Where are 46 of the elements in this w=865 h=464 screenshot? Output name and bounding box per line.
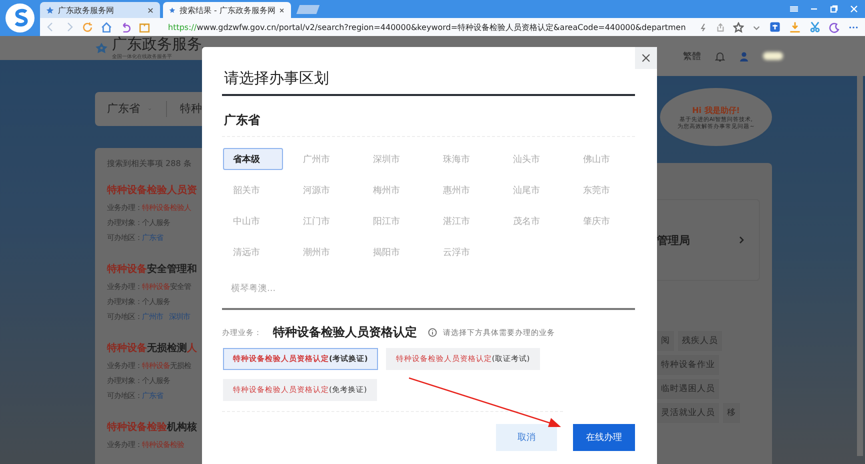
site-title: 广东政务服务 [112,36,202,52]
region-option[interactable]: 云浮市 [433,241,493,263]
dialog-title: 请选择办事区划 [222,69,635,96]
region-option[interactable]: 梅州市 [363,179,423,201]
category-tag[interactable]: 灵活就业人员 [657,403,719,423]
apply-online-button[interactable]: 在线办理 [573,424,635,451]
region-option[interactable]: 江门市 [293,210,353,232]
region-option[interactable]: 佛山市 [573,148,633,170]
region-option[interactable]: 湛江市 [433,210,493,232]
region-option[interactable]: 横琴粤澳... [231,284,276,294]
assistant-greeting: Hi 我是助仔! [692,104,740,116]
region-option[interactable]: 揭阳市 [363,241,423,263]
cancel-button[interactable]: 取消 [496,424,557,451]
search-scope[interactable]: 特种 [180,101,202,116]
region-option[interactable]: 清远市 [223,241,283,263]
category-tag[interactable]: 特种设备作业 [657,355,719,375]
region-option[interactable]: 东莞市 [573,179,633,201]
result-title[interactable]: 特种设备检验机构核 [107,420,202,434]
region-option[interactable]: 潮州市 [293,241,353,263]
region-option[interactable]: 惠州市 [433,179,493,201]
region-option[interactable]: 汕尾市 [503,179,563,201]
province-heading: 广东省 [222,96,635,137]
region-option[interactable]: 茂名市 [503,210,563,232]
category-tag[interactable]: 残疾人员 [678,331,722,351]
region-option[interactable]: 汕头市 [503,148,563,170]
category-tag[interactable]: 临时遇困人员 [657,379,719,399]
region-option[interactable]: 珠海市 [433,148,493,170]
browser-tab[interactable]: 广东政务服务网 [40,2,160,18]
result-title[interactable]: 特种设备无损检测人 [107,342,202,354]
traditional-chinese-link[interactable]: 繁體 [683,50,701,62]
region-option[interactable]: 肇庆市 [573,210,633,232]
category-tag[interactable]: 阅 [657,331,674,351]
region-option[interactable]: 韶关市 [223,179,283,201]
region-option[interactable]: 中山市 [223,210,283,232]
result-title[interactable]: 特种设备安全管理和 [107,262,202,276]
department-card[interactable]: 管理局 [657,199,760,281]
result-title[interactable]: 特种设备检验人员资 [107,184,202,196]
region-option[interactable]: 省本级 [223,148,283,170]
region-option[interactable]: 广州市 [293,148,353,170]
business-name: 特种设备检验人员资格认定 [273,324,417,341]
region-option[interactable]: 河源市 [293,179,353,201]
region-option[interactable]: 深圳市 [363,148,423,170]
category-tag[interactable]: 移 [723,403,740,423]
browser-tab[interactable]: 搜索结果 - 广东政务服务网 [163,2,291,18]
region-option[interactable]: 阳江市 [363,210,423,232]
region-dropdown[interactable]: 广东省 [107,101,140,116]
